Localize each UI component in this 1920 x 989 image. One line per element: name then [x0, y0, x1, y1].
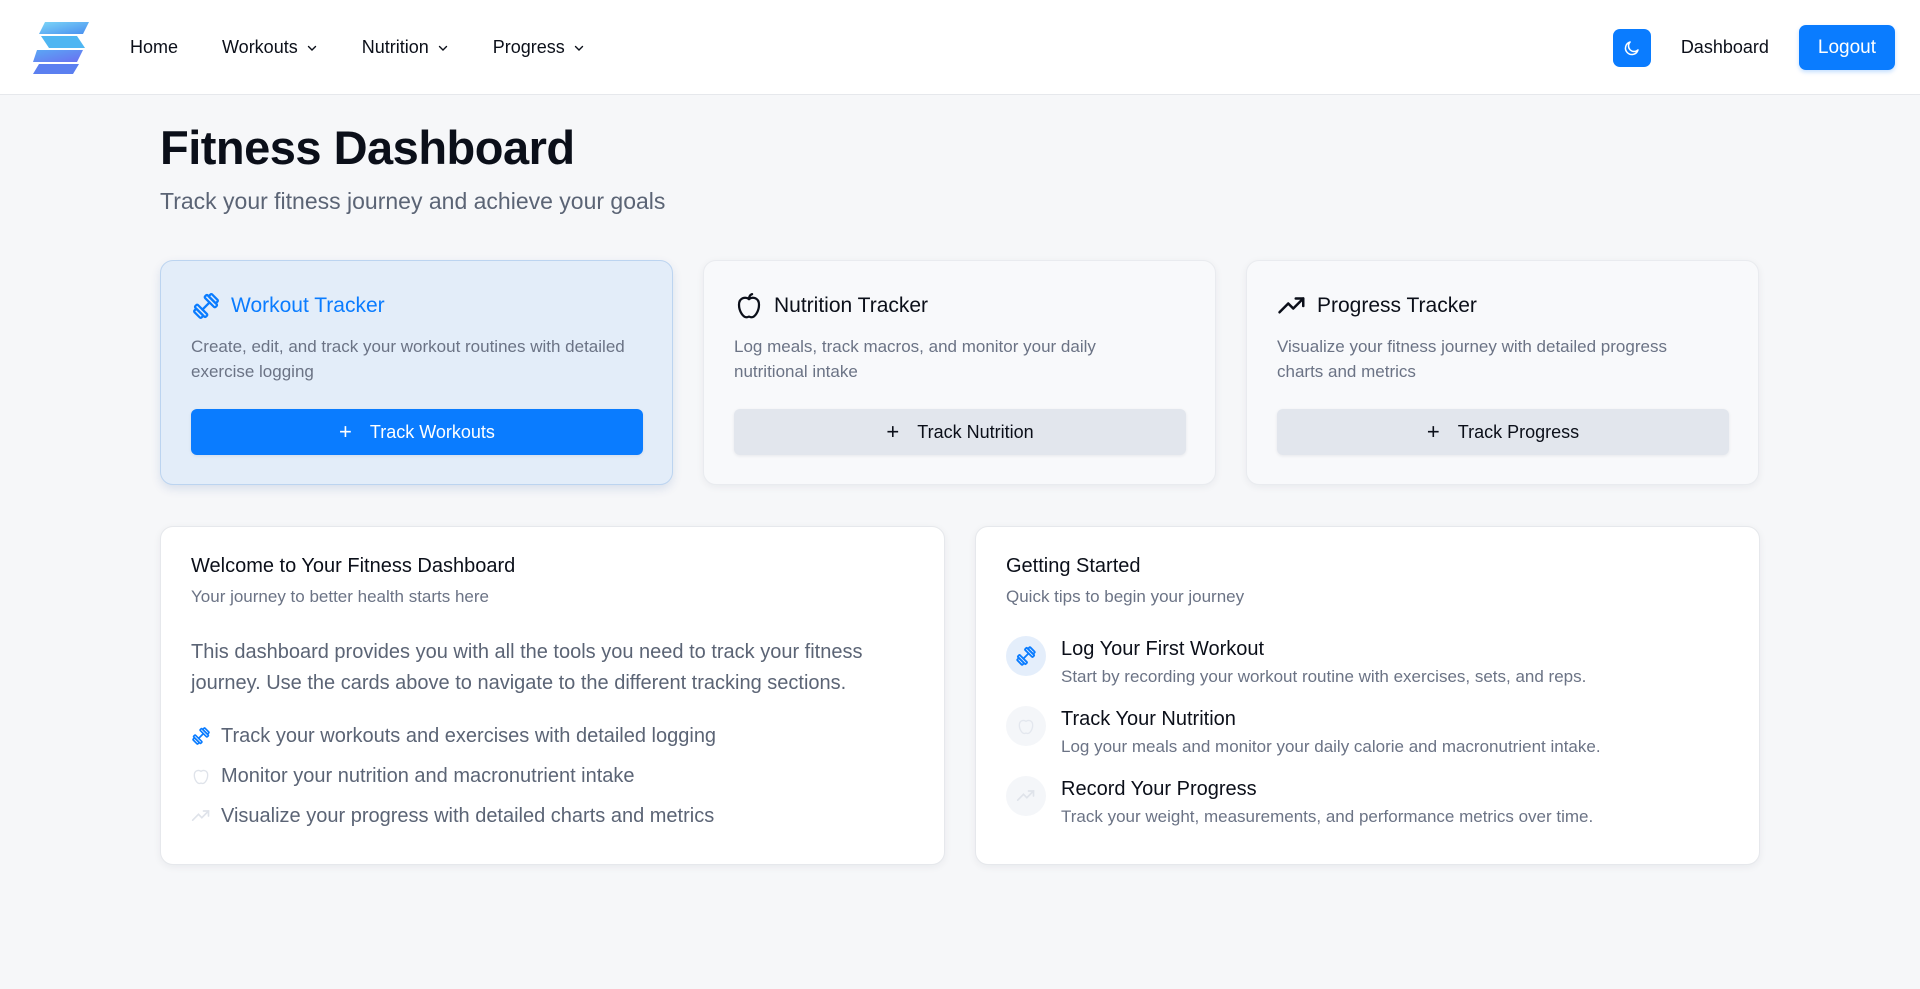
dumbbell-icon: [1006, 636, 1046, 676]
panel-title: Getting Started: [1006, 555, 1141, 577]
card-description: Create, edit, and track your workout rou…: [191, 337, 625, 381]
logo[interactable]: [33, 20, 91, 74]
tip-title: Record Your Progress: [1061, 778, 1257, 800]
tips-list: Log Your First Workout Start by recordin…: [1006, 636, 1729, 846]
button-label: Track Progress: [1457, 421, 1580, 442]
dumbbell-icon: [191, 291, 221, 321]
tip-title: Track Your Nutrition: [1061, 708, 1236, 730]
nav-nutrition[interactable]: Nutrition: [362, 37, 449, 58]
button-label: Track Nutrition: [917, 421, 1034, 442]
card-description: Visualize your fitness journey with deta…: [1277, 337, 1667, 381]
plus-icon: +: [339, 419, 352, 444]
tip-title: Log Your First Workout: [1061, 638, 1265, 660]
list-item: Monitor your nutrition and macronutrient…: [191, 756, 914, 796]
button-label: Track Workouts: [369, 421, 495, 442]
track-progress-button[interactable]: + Track Progress: [1277, 409, 1729, 455]
nav-progress-label: Progress: [492, 37, 565, 57]
card-title: Progress Tracker: [1317, 294, 1477, 317]
list-item: Track your workouts and exercises with d…: [191, 716, 914, 756]
tip-item: Track Your Nutrition Log your meals and …: [1006, 706, 1729, 776]
tip-description: Track your weight, measurements, and per…: [1061, 807, 1594, 826]
nav-dashboard-link[interactable]: Dashboard: [1681, 37, 1769, 58]
card-description: Log meals, track macros, and monitor you…: [734, 337, 1096, 381]
apple-icon: [1006, 706, 1046, 746]
nav-home[interactable]: Home: [130, 37, 178, 58]
page-title: Fitness Dashboard: [160, 121, 575, 174]
nav-nutrition-label: Nutrition: [361, 37, 429, 57]
track-workouts-button[interactable]: + Track Workouts: [191, 409, 643, 455]
feature-list: Track your workouts and exercises with d…: [191, 716, 914, 836]
panel-title: Welcome to Your Fitness Dashboard: [191, 555, 516, 577]
apple-icon: [734, 291, 764, 321]
progress-tracker-card[interactable]: Progress Tracker Visualize your fitness …: [1246, 260, 1759, 485]
logout-label: Logout: [1817, 36, 1876, 58]
feature-text: Track your workouts and exercises with d…: [221, 724, 717, 747]
chevron-down-icon: [574, 45, 583, 51]
navbar: Home Workouts Nutrition Progress Dashboa…: [0, 0, 1920, 95]
feature-text: Visualize your progress with detailed ch…: [221, 804, 715, 827]
nav-workouts-label: Workouts: [222, 37, 298, 57]
card-title: Nutrition Tracker: [774, 294, 929, 317]
list-item: Visualize your progress with detailed ch…: [191, 796, 914, 836]
nav-workouts[interactable]: Workouts: [222, 37, 318, 58]
trending-up-icon: [1277, 291, 1307, 321]
plus-icon: +: [1426, 419, 1440, 444]
nav-home-label: Home: [130, 37, 179, 57]
chevron-down-icon: [438, 45, 447, 51]
track-nutrition-button[interactable]: + Track Nutrition: [734, 409, 1186, 455]
feature-text: Monitor your nutrition and macronutrient…: [221, 764, 635, 787]
nav-progress[interactable]: Progress: [493, 37, 585, 58]
getting-started-panel: Getting Started Quick tips to begin your…: [975, 526, 1760, 865]
logout-button[interactable]: Logout: [1798, 25, 1895, 70]
moon-icon: [1624, 40, 1639, 55]
tip-item: Log Your First Workout Start by recordin…: [1006, 636, 1729, 706]
tip-description: Log your meals and monitor your daily ca…: [1061, 737, 1601, 756]
trending-up-icon: [1006, 776, 1046, 816]
theme-toggle-button[interactable]: [1612, 28, 1651, 67]
panel-subtitle: Quick tips to begin your journey: [1006, 587, 1245, 606]
dumbbell-icon: [191, 726, 211, 746]
trending-up-icon: [191, 806, 211, 826]
nutrition-tracker-card[interactable]: Nutrition Tracker Log meals, track macro…: [703, 260, 1216, 485]
page-subtitle: Track your fitness journey and achieve y…: [160, 188, 666, 214]
chevron-down-icon: [307, 45, 316, 51]
plus-icon: +: [886, 419, 900, 444]
tip-description: Start by recording your workout routine …: [1061, 667, 1587, 686]
tip-item: Record Your Progress Track your weight, …: [1006, 776, 1729, 846]
welcome-panel: Welcome to Your Fitness Dashboard Your j…: [160, 526, 945, 865]
panel-subtitle: Your journey to better health starts her…: [191, 587, 489, 606]
welcome-body-text: This dashboard provides you with all the…: [191, 641, 863, 694]
card-title: Workout Tracker: [231, 294, 385, 317]
apple-icon: [191, 766, 211, 786]
workout-tracker-card[interactable]: Workout Tracker Create, edit, and track …: [160, 260, 673, 485]
